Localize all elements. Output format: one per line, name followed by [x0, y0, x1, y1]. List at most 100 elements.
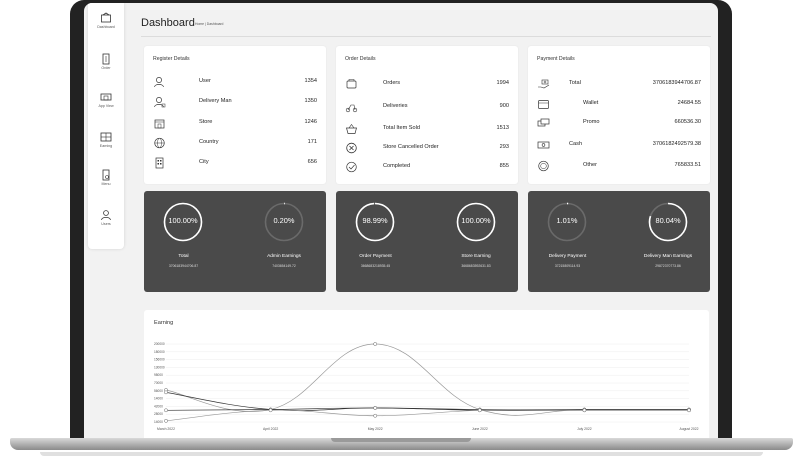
globe-icon — [154, 137, 165, 149]
sidebar: Dashboard Order App View Earning Menu Us… — [88, 3, 124, 249]
ring-percent: 0.20% — [273, 216, 295, 225]
data-point — [164, 408, 168, 413]
ring-delivery-man-earnings: 80.04% — [648, 202, 688, 242]
y-tick-label: 42000 — [154, 404, 163, 408]
cancel-circle-icon — [346, 142, 357, 154]
row-value: 660536.30 — [674, 119, 701, 125]
deliveries-icon — [345, 104, 358, 113]
ring-percent: 80.04% — [655, 216, 681, 225]
order-row-store-cancelled: Store Cancelled Order 293 — [336, 142, 518, 156]
x-tick-label: July 2022 — [577, 427, 592, 431]
row-value: 1354 — [304, 78, 317, 84]
order-details-card: Order Details Orders 1994 Deliveries 900… — [336, 46, 518, 184]
store-icon — [154, 119, 165, 129]
row-label: Delivery Man — [199, 98, 232, 104]
row-value: 1513 — [496, 125, 509, 131]
row-label: Other — [583, 162, 597, 168]
earning-icon — [100, 132, 112, 142]
ring-admin-earnings: 0.20% — [264, 202, 304, 242]
ring-total: 100.00% — [163, 202, 203, 242]
row-label: Completed — [383, 163, 411, 169]
series-line — [165, 343, 689, 416]
page-title: Dashboard — [141, 17, 195, 29]
y-tick-label: 200000 — [154, 342, 165, 346]
ring-subtitle: 7403654149.72 — [272, 264, 296, 268]
sidebar-label: Dashboard — [97, 25, 115, 29]
title-divider — [141, 36, 711, 37]
payment-row-other: Other 765833.51 — [528, 160, 710, 174]
y-tick-label: 98000 — [154, 373, 163, 377]
data-point — [268, 408, 273, 413]
row-label: User — [199, 78, 211, 84]
data-point — [373, 413, 378, 418]
register-row-city: City 656 — [144, 157, 326, 171]
cash-icon — [537, 141, 550, 149]
row-value: 3706182492579.38 — [652, 141, 701, 147]
earning-chart: 200000 180000 156000 130000 98000 70000 56000 1… — [154, 342, 699, 431]
order-store-card: 98.99% Order Payment 3668683218935.45 10… — [336, 191, 518, 292]
row-value: 171 — [307, 139, 317, 145]
ring-subtitle: 29872370773.86 — [655, 264, 681, 268]
sidebar-item-users[interactable]: Users — [88, 209, 124, 226]
register-details-card: Register Details User 1354 Delivery Man … — [144, 46, 326, 184]
card-title: Payment Details — [537, 56, 575, 62]
row-value: 1246 — [304, 119, 317, 125]
card-title: Order Details — [345, 56, 376, 62]
x-tick-label: March 2022 — [157, 427, 175, 431]
register-row-country: Country 171 — [144, 137, 326, 151]
y-tick-label: 14000 — [154, 420, 163, 424]
earning-chart-card: Earning 200000 180000 156000 130000 98000 700… — [144, 310, 709, 438]
row-label: Orders — [383, 80, 401, 86]
sidebar-item-earning[interactable]: Earning — [88, 131, 124, 148]
card-title: Register Details — [153, 56, 190, 62]
row-value: 855 — [499, 163, 509, 169]
wallet-icon — [538, 100, 549, 109]
dashboard-icon — [101, 12, 111, 23]
row-label: Promo — [583, 119, 600, 125]
menu-icon — [102, 169, 110, 181]
row-label: Total Item Sold — [383, 125, 420, 131]
data-point — [687, 408, 691, 413]
laptop-notch — [331, 438, 471, 442]
order-row-deliveries: Deliveries 900 — [336, 103, 518, 115]
sidebar-label: Menu — [101, 182, 111, 186]
row-label: Wallet — [583, 100, 599, 106]
ring-percent: 100.00% — [461, 216, 491, 225]
sidebar-item-dashboard[interactable]: Dashboard — [88, 12, 124, 29]
order-row-orders: Orders 1994 — [336, 79, 518, 92]
ring-subtitle: 37215809114.93 — [554, 264, 581, 268]
row-value: 1350 — [304, 98, 317, 104]
row-label: Store — [199, 119, 213, 125]
y-tick-label: 14000 — [154, 397, 163, 401]
ring-order-payment: 98.99% — [355, 202, 395, 242]
ring-title: Order Payment — [359, 254, 392, 259]
x-tick-label: August 2022 — [679, 427, 698, 431]
row-label: Total — [569, 80, 581, 86]
users-icon — [101, 210, 111, 221]
sidebar-item-menu[interactable]: Menu — [88, 169, 124, 186]
ring-title: Admin Earnings — [267, 254, 301, 259]
laptop-shadow — [40, 452, 763, 456]
ring-title: Delivery Man Earnings — [643, 254, 693, 259]
ring-store-earning: 100.00% — [456, 202, 496, 242]
check-circle-icon — [346, 161, 357, 173]
data-point — [373, 342, 378, 346]
row-value: 3706183944706.87 — [652, 80, 701, 86]
payment-row-cash: Cash 3706182492579.38 — [528, 141, 710, 153]
row-value: 1994 — [496, 80, 509, 86]
sidebar-item-app-view[interactable]: App View — [88, 91, 124, 108]
y-tick-label: 70000 — [154, 381, 163, 385]
payment-row-total: Total 3706183944706.87 — [528, 79, 710, 92]
screen: Dashboard Order App View Earning Menu Us… — [84, 3, 718, 438]
city-icon — [155, 157, 164, 169]
ring-title: Store Earning — [461, 254, 491, 259]
series-line — [165, 392, 689, 411]
sidebar-label: Earning — [99, 144, 113, 148]
row-value: 293 — [499, 144, 509, 150]
sidebar-label: Order — [101, 66, 111, 70]
data-point — [477, 408, 482, 413]
breadcrumb[interactable]: Home | Dashboard — [195, 22, 223, 26]
x-tick-label: April 2022 — [263, 427, 278, 431]
sidebar-item-order[interactable]: Order — [88, 53, 124, 70]
register-row-store: Store 1246 — [144, 119, 326, 131]
